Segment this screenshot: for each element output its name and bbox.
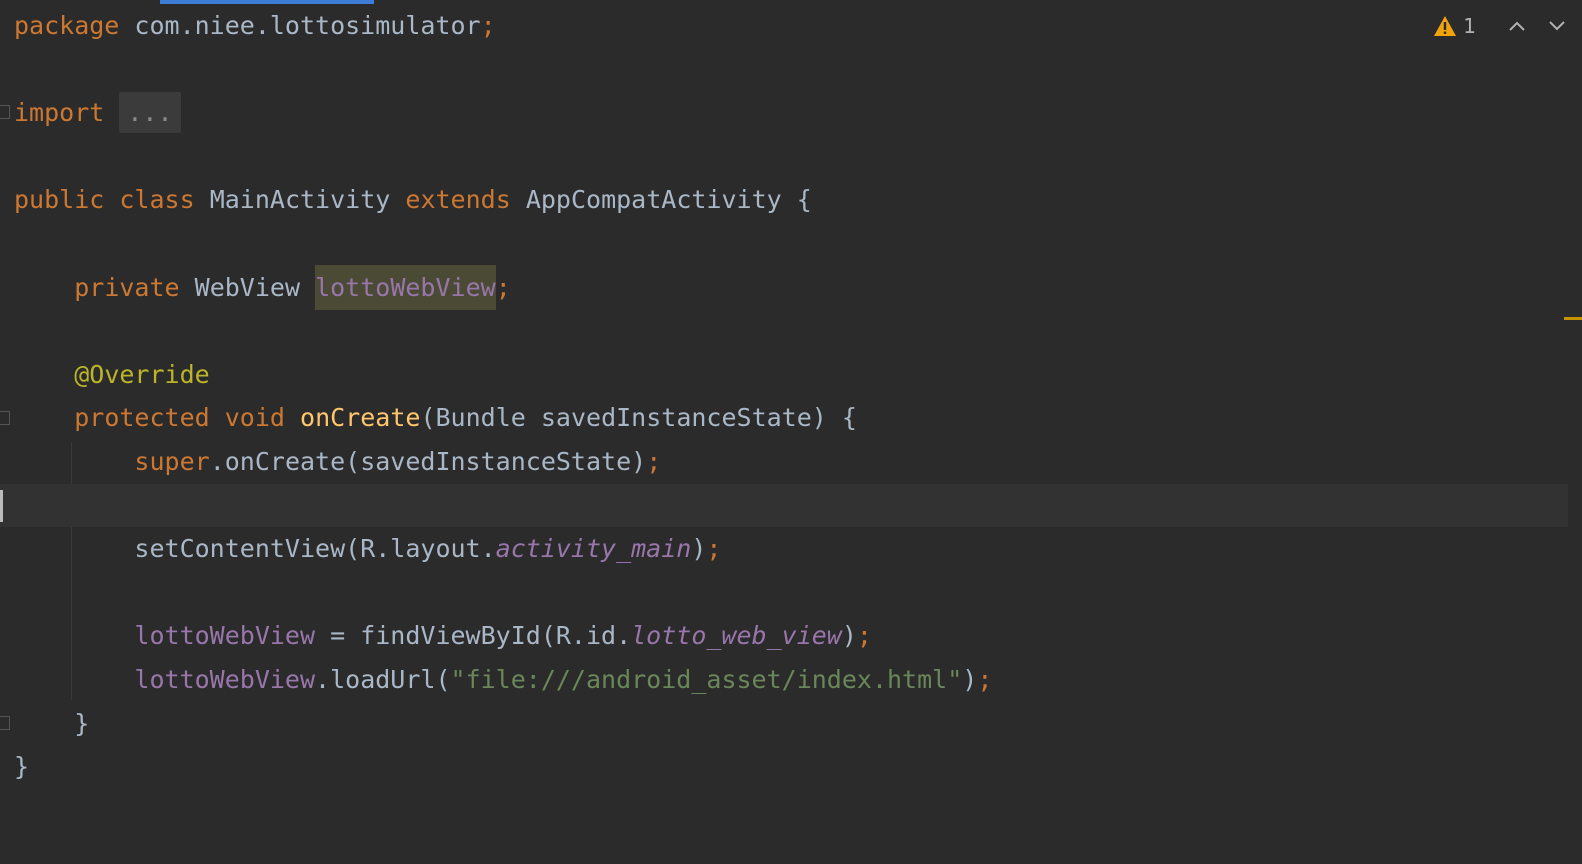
code-line[interactable] [14,309,1542,353]
keyword: void [224,403,285,433]
code-line[interactable]: import ... [14,91,1542,135]
error-stripe-warning-marker[interactable] [1564,317,1582,320]
code-line[interactable]: package com.niee.lottosimulator; [14,4,1542,48]
code-line[interactable]: } [14,702,1542,746]
super-call: .onCreate(savedInstanceState) [209,446,647,476]
brace: { [796,185,812,215]
keyword: private [74,272,180,302]
field-reference: lottoWebView [134,621,316,651]
semicolon: ; [495,272,511,302]
code-line[interactable]: @Override [14,353,1542,397]
code-line[interactable]: private WebView lottoWebView; [14,264,1542,310]
close-paren: ) [841,621,857,651]
previous-highlight-button[interactable] [1506,15,1528,37]
fold-import-icon[interactable] [0,105,10,119]
fold-method-end-icon[interactable] [0,716,10,730]
code-line[interactable]: lottoWebView.loadUrl("file:///android_as… [14,658,1542,702]
current-line[interactable] [0,483,1568,528]
semicolon: ; [977,664,993,694]
keyword: import [14,98,105,128]
fold-method-start-icon[interactable] [0,411,10,425]
package-name: com.niee.lottosimulator [119,11,481,40]
code-line[interactable]: protected void onCreate(Bundle savedInst… [14,396,1542,440]
code-line[interactable]: lottoWebView = findViewById(R.id.lotto_w… [14,614,1542,658]
code-line[interactable] [14,222,1542,266]
semicolon: ; [706,534,722,564]
field-declaration-highlighted: lottoWebView [315,264,496,310]
find-view-call: = findViewById(R.id. [315,621,632,651]
code-line[interactable]: super.onCreate(savedInstanceState); [14,440,1542,484]
code-area[interactable]: package com.niee.lottosimulator; import … [0,4,1568,789]
code-line[interactable] [14,135,1542,179]
parent-class: AppCompatActivity [525,185,782,215]
keyword: extends [405,185,511,215]
inspections-widget[interactable]: 1 [1433,14,1568,38]
view-id-resource: lotto_web_view [631,621,842,651]
layout-resource: activity_main [495,534,692,564]
method-params: (Bundle savedInstanceState) { [420,403,857,433]
type-name: WebView [194,272,300,302]
close-paren: ) [962,664,978,694]
code-line[interactable]: public class MainActivity extends AppCom… [14,178,1542,222]
set-content-call: setContentView(R.layout. [134,534,496,564]
chevron-up-icon [1509,21,1525,31]
semicolon: ; [646,446,662,476]
string-literal: "file:///android_asset/index.html" [450,664,963,694]
import-fold-placeholder[interactable]: ... [119,92,181,134]
keyword: class [119,185,195,215]
code-line[interactable] [14,571,1542,615]
next-highlight-button[interactable] [1546,15,1568,37]
text-caret [0,489,3,522]
code-editor[interactable]: package com.niee.lottosimulator; import … [0,0,1582,864]
code-line[interactable] [14,48,1542,92]
method-name: onCreate [300,403,421,433]
class-name: MainActivity [209,185,391,215]
load-url-call: .loadUrl( [315,664,451,694]
keyword: protected [74,403,210,433]
keyword: package [14,11,120,40]
semicolon: ; [856,621,872,651]
field-reference: lottoWebView [134,664,316,694]
code-line[interactable]: setContentView(R.layout.activity_main); [14,527,1542,571]
warning-counter[interactable]: 1 [1433,14,1476,38]
close-paren: ) [691,534,707,564]
warning-triangle-icon [1434,16,1457,36]
keyword: public [14,185,105,215]
warning-count: 1 [1463,14,1476,38]
annotation: @Override [74,359,210,389]
brace: } [74,708,90,738]
keyword: super [134,446,210,476]
semicolon: ; [480,11,496,40]
brace: } [14,752,30,782]
code-line[interactable]: } [14,745,1542,789]
chevron-down-icon [1549,21,1565,31]
